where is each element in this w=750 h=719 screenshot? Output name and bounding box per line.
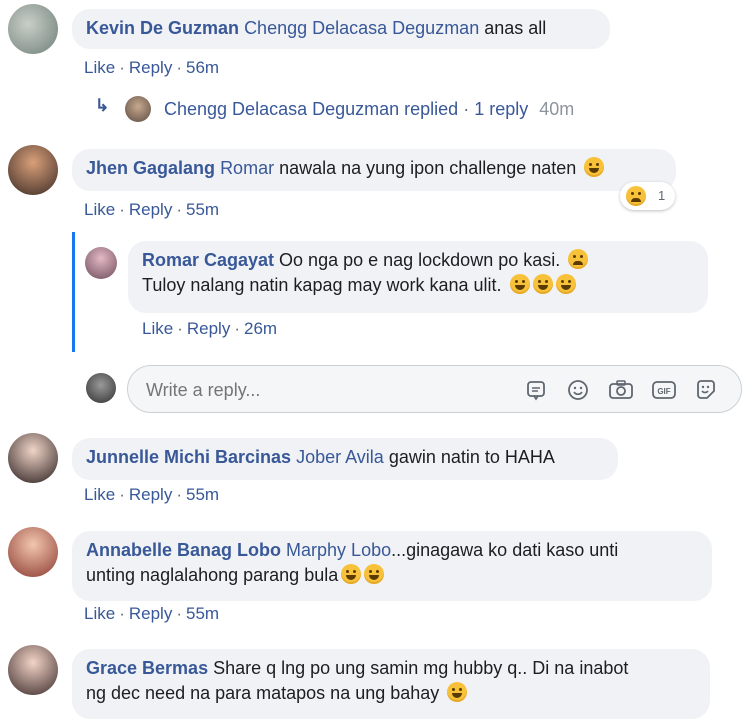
comment-bubble: Kevin De Guzman Chengg Delacasa Deguzman… (72, 9, 610, 49)
thread-line (72, 232, 75, 352)
avatar (86, 373, 116, 403)
reply-button[interactable]: Reply (129, 485, 172, 504)
comment-bubble: Junnelle Michi Barcinas Jober Avila gawi… (72, 438, 618, 480)
view-replies[interactable]: ↳ (95, 96, 113, 116)
comment-author[interactable]: Kevin De Guzman (86, 18, 239, 38)
mention-link[interactable]: Jober Avila (296, 447, 384, 467)
comment-author[interactable]: Grace Bermas (86, 658, 208, 678)
grin-emoji-icon (509, 274, 530, 294)
mention-link[interactable]: Marphy Lobo (286, 540, 391, 560)
reply-bubble: Romar Cagayat Oo nga po e nag lockdown p… (128, 241, 708, 313)
reply-button[interactable]: Reply (129, 200, 172, 219)
like-button[interactable]: Like (84, 58, 115, 77)
cheer-emoji-icon (555, 274, 576, 294)
laughing-emoji-icon (341, 564, 362, 584)
comment-author[interactable]: Junnelle Michi Barcinas (86, 447, 291, 467)
reply-actions: Like · Reply · 26m (142, 319, 278, 338)
avatar[interactable] (8, 645, 58, 695)
laughing-emoji-icon (364, 564, 385, 584)
comment-actions: Like · Reply · 56m (84, 58, 220, 77)
avatar[interactable] (8, 527, 58, 577)
timestamp[interactable]: 55m (186, 200, 219, 219)
replies-time: 40m (539, 99, 575, 119)
replies-summary-name[interactable]: Chengg Delacasa Deguzman replied (164, 99, 458, 119)
gif-icon[interactable]: GIF (651, 378, 677, 402)
comment-text-line1: Share q lng po ung samin mg hubby q.. Di… (208, 658, 629, 678)
sticker-icon[interactable] (525, 379, 547, 401)
reply-text-line1: Oo nga po e nag lockdown po kasi. (274, 250, 566, 270)
reply-input-box[interactable]: GIF (127, 365, 742, 413)
mention-link[interactable]: Chengg Delacasa Deguzman (244, 18, 479, 38)
comment-author[interactable]: Jhen Gagalang (86, 158, 215, 178)
like-button[interactable]: Like (84, 604, 115, 623)
reply-author[interactable]: Romar Cagayat (142, 250, 274, 270)
timestamp[interactable]: 26m (244, 319, 277, 338)
reply-arrow-icon: ↳ (95, 96, 110, 115)
sad-reaction-icon (626, 186, 646, 206)
comment-actions: Like · Reply · 55m (84, 485, 220, 504)
reply-button[interactable]: Reply (129, 604, 172, 623)
comment-bubble: Jhen Gagalang Romar nawala na yung ipon … (72, 149, 676, 191)
reply-button[interactable]: Reply (129, 58, 172, 77)
avatar[interactable] (8, 145, 58, 195)
comment-text: anas all (479, 18, 547, 38)
avatar[interactable] (8, 433, 58, 483)
sad-emoji-icon (568, 249, 589, 269)
reaction-count: 1 (658, 188, 666, 203)
sticker-face-icon[interactable] (694, 378, 718, 402)
smile-emoji-icon (447, 682, 468, 702)
replies-summary[interactable]: Chengg Delacasa Deguzman replied · 1 rep… (164, 99, 574, 120)
reply-input[interactable] (144, 376, 508, 404)
comment-bubble: Annabelle Banag Lobo Marphy Lobo...ginag… (72, 531, 712, 601)
comment-author[interactable]: Annabelle Banag Lobo (86, 540, 281, 560)
reaction-badge[interactable]: 1 (620, 182, 675, 210)
comment-actions: Like · Reply · 55m (84, 200, 220, 219)
comment-text: gawin natin to HAHA (383, 447, 555, 467)
comment-text-line2: ng dec need na para matapos na ung bahay (86, 683, 445, 703)
avatar[interactable] (85, 247, 117, 279)
like-button[interactable]: Like (142, 319, 173, 338)
like-button[interactable]: Like (84, 200, 115, 219)
emoji-icon[interactable] (566, 378, 590, 402)
svg-text:GIF: GIF (657, 387, 670, 396)
timestamp[interactable]: 56m (186, 58, 219, 77)
smile-sweat-emoji-icon (584, 157, 605, 177)
reply-text-line2: Tuloy nalang natin kapag may work kana u… (142, 275, 507, 295)
comment-actions: Like · Reply · 55m (84, 604, 220, 623)
like-button[interactable]: Like (84, 485, 115, 504)
timestamp[interactable]: 55m (186, 485, 219, 504)
reply-count[interactable]: 1 reply (474, 99, 528, 119)
comment-bubble: Grace Bermas Share q lng po ung samin mg… (72, 649, 710, 719)
comment-text-line1: ...ginagawa ko dati kaso unti (391, 540, 619, 560)
camera-icon[interactable] (608, 378, 634, 402)
smile-emoji-icon (532, 274, 553, 294)
comment-text: nawala na yung ipon challenge naten (274, 158, 582, 178)
avatar[interactable] (125, 96, 151, 122)
mention-link[interactable]: Romar (220, 158, 274, 178)
comment-text-line2: unting naglalahong parang bula (86, 565, 339, 585)
avatar[interactable] (8, 4, 58, 54)
timestamp[interactable]: 55m (186, 604, 219, 623)
reply-button[interactable]: Reply (187, 319, 230, 338)
